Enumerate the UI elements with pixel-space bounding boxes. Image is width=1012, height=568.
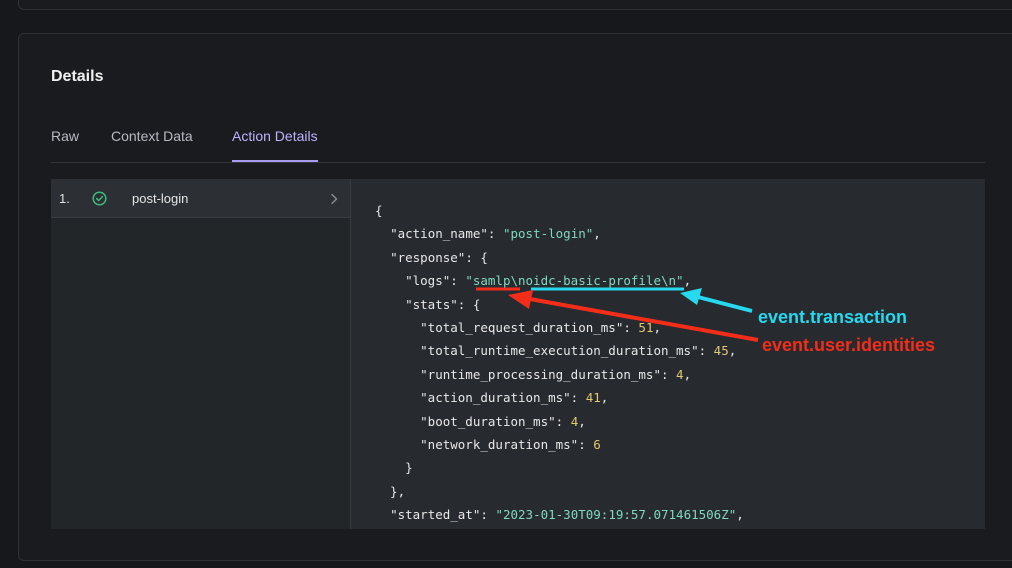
transaction-arrow [697, 295, 753, 313]
identities-arrowhead [508, 290, 533, 309]
annotation-event-user-identities: event.user.identities [762, 335, 936, 355]
annotation-arrows [476, 287, 759, 342]
transaction-arrowhead [680, 288, 702, 305]
annotation-event-transaction: event.transaction [758, 307, 908, 327]
